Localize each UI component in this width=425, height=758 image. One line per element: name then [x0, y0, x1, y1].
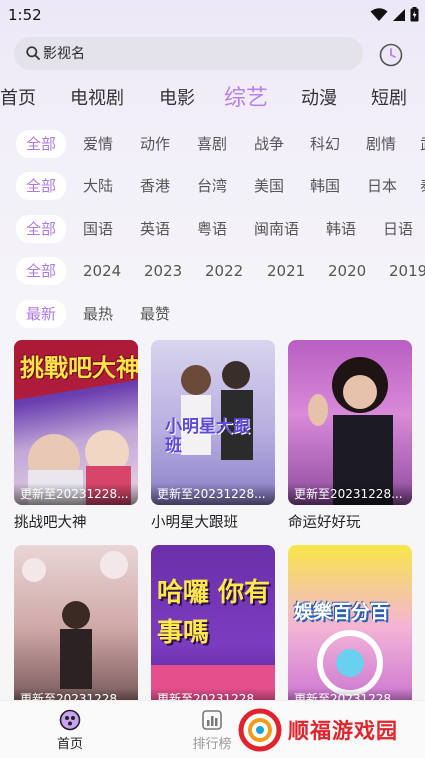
watermark: 顺福游戏园 — [238, 708, 398, 752]
tab-movie[interactable]: 电影 — [159, 84, 195, 110]
video-card[interactable]: 娛樂百分百 更新至20231228... — [288, 545, 412, 710]
signal-icon — [393, 8, 405, 21]
filter-region-item[interactable]: 台湾 — [197, 174, 227, 198]
update-status: 更新至20231228... — [288, 483, 412, 505]
video-card[interactable]: 小明星大跟班 更新至20231228... 小明星大跟班 — [151, 340, 275, 532]
tab-variety[interactable]: 综艺 — [224, 80, 268, 112]
video-card[interactable]: 挑戰吧大神 更新至20231228... 挑战吧大神 — [14, 340, 138, 532]
tab-anime[interactable]: 动漫 — [301, 84, 337, 110]
filter-sort: 最新 最热 最赞 — [0, 298, 425, 330]
filter-language-item[interactable]: 粤语 — [197, 217, 227, 241]
filter-language-item[interactable]: 韩语 — [326, 217, 356, 241]
sort-most-liked[interactable]: 最赞 — [140, 302, 170, 326]
poster-title-art: 哈囉 你有事嗎 — [157, 578, 271, 648]
poster-title-art: 娛樂百分百 — [294, 601, 390, 623]
status-bar: 1:52 — [0, 0, 425, 30]
tab-short-drama[interactable]: 短剧 — [371, 84, 407, 110]
battery-icon — [410, 7, 419, 22]
status-time: 1:52 — [8, 6, 42, 24]
filter-year-item[interactable]: 2019 — [389, 259, 425, 283]
filter-genre-item[interactable]: 喜剧 — [197, 132, 227, 156]
poster-title-art: 小明星大跟班 — [165, 417, 250, 456]
poster-image: 小明星大跟班 更新至20231228... — [151, 340, 275, 505]
filter-language-item[interactable]: 闽南语 — [254, 217, 299, 241]
filter-year-item[interactable]: 2021 — [267, 259, 305, 283]
filter-language-all[interactable]: 全部 — [16, 215, 67, 243]
update-status: 更新至20231228... — [14, 483, 138, 505]
filter-language-item[interactable]: 英语 — [140, 217, 170, 241]
nav-home[interactable]: 首页 — [40, 709, 100, 752]
nav-home-label: 首页 — [56, 737, 83, 752]
filter-region-item[interactable]: 泰 — [420, 174, 425, 198]
video-card[interactable]: 更新至20231228... 命运好好玩 — [288, 340, 412, 532]
filter-language: 全部 国语 英语 粤语 闽南语 韩语 日语 — [0, 213, 425, 245]
filter-region-item[interactable]: 韩国 — [310, 174, 340, 198]
filter-genre-item[interactable]: 科幻 — [310, 132, 340, 156]
status-icons — [370, 7, 419, 22]
home-icon — [59, 709, 81, 731]
watermark-text: 顺福游戏园 — [288, 719, 398, 743]
poster-title-art: 挑戰吧大神 — [20, 354, 138, 382]
search-box[interactable] — [14, 37, 363, 70]
filter-region-all[interactable]: 全部 — [16, 172, 67, 200]
sort-hottest[interactable]: 最热 — [83, 302, 113, 326]
nav-ranking[interactable]: 排行榜 — [182, 709, 242, 752]
wifi-icon — [370, 7, 388, 21]
sort-newest[interactable]: 最新 — [16, 300, 67, 328]
filter-year-item[interactable]: 2024 — [83, 259, 121, 283]
category-tabs: 首页 电视剧 电影 综艺 动漫 短剧 — [0, 80, 425, 114]
tab-home[interactable]: 首页 — [0, 84, 36, 110]
poster-image: 娛樂百分百 更新至20231228... — [288, 545, 412, 710]
filter-year-all[interactable]: 全部 — [16, 257, 67, 285]
tab-tv-series[interactable]: 电视剧 — [70, 84, 124, 110]
filter-genre-item[interactable]: 战争 — [254, 132, 284, 156]
filter-genre-item[interactable]: 武 — [420, 132, 425, 156]
search-row — [0, 34, 425, 74]
filter-year-item[interactable]: 2020 — [328, 259, 366, 283]
filter-language-item[interactable]: 国语 — [83, 217, 113, 241]
search-input[interactable] — [43, 41, 343, 66]
poster-image: 更新至20231228... — [14, 545, 138, 710]
nav-ranking-label: 排行榜 — [192, 737, 232, 752]
card-title: 命运好好玩 — [288, 515, 361, 531]
filter-region: 全部 大陆 香港 台湾 美国 韩国 日本 泰 — [0, 170, 425, 202]
filter-genre-item[interactable]: 爱情 — [83, 132, 113, 156]
filter-genre: 全部 爱情 动作 喜剧 战争 科幻 剧情 武 — [0, 128, 425, 160]
ranking-icon — [202, 710, 222, 730]
filter-language-item[interactable]: 日语 — [383, 217, 413, 241]
filter-region-item[interactable]: 日本 — [367, 174, 397, 198]
filter-region-item[interactable]: 美国 — [254, 174, 284, 198]
filter-year-item[interactable]: 2023 — [144, 259, 182, 283]
video-card[interactable]: 哈囉 你有事嗎 更新至20231228... — [151, 545, 275, 710]
video-card[interactable]: 更新至20231228... — [14, 545, 138, 710]
update-status: 更新至20231228... — [151, 483, 275, 505]
poster-image: 哈囉 你有事嗎 更新至20231228... — [151, 545, 275, 710]
filter-year: 全部 2024 2023 2022 2021 2020 2019 — [0, 255, 425, 287]
filter-genre-item[interactable]: 动作 — [140, 132, 170, 156]
watermark-logo-icon — [238, 708, 282, 752]
poster-image: 挑戰吧大神 更新至20231228... — [14, 340, 138, 505]
search-icon — [26, 46, 40, 60]
card-title: 小明星大跟班 — [151, 515, 238, 531]
card-title: 挑战吧大神 — [14, 515, 87, 531]
filter-genre-item[interactable]: 剧情 — [366, 132, 396, 156]
filter-region-item[interactable]: 大陆 — [83, 174, 113, 198]
poster-image: 更新至20231228... — [288, 340, 412, 505]
history-icon[interactable] — [378, 42, 404, 68]
filter-region-item[interactable]: 香港 — [140, 174, 170, 198]
filter-year-item[interactable]: 2022 — [205, 259, 243, 283]
filter-genre-all[interactable]: 全部 — [16, 130, 67, 158]
